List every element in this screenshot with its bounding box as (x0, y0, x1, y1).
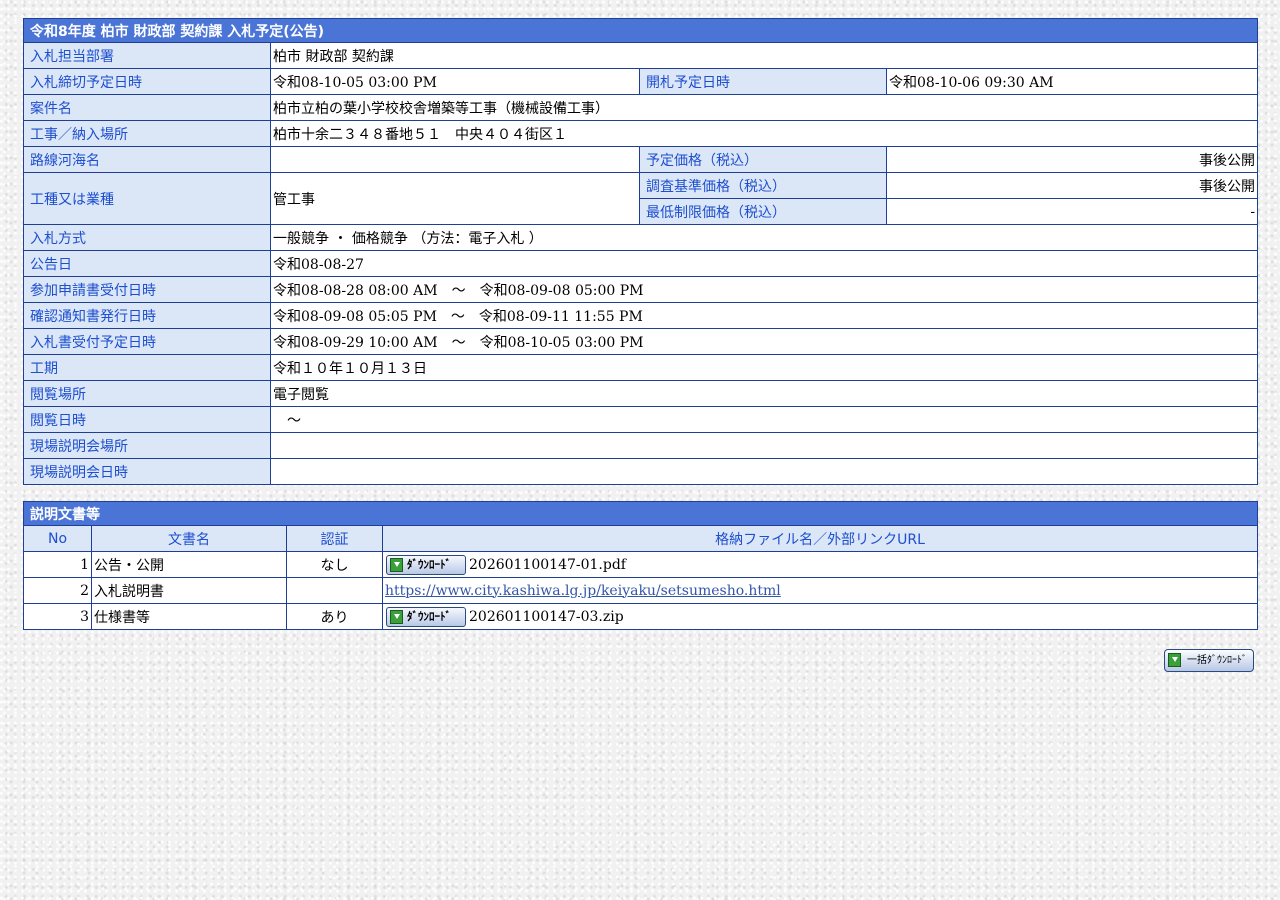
dept-value: 柏市 財政部 契約課 (269, 42, 1259, 69)
apply-value: 令和08-08-28 08:00 AM ～ 令和08-09-08 05:00 P… (269, 276, 1259, 303)
col-auth-header: 認証 (286, 525, 383, 552)
receive-value: 令和08-09-29 10:00 AM ～ 令和08-10-05 03:00 P… (269, 328, 1259, 355)
notice-table: 令和8年度 柏市 財政部 契約課 入札予定(公告) 入札担当部署 柏市 財政部 … (22, 18, 1259, 485)
download-icon (1168, 653, 1181, 667)
doc-name: 公告・公開 (91, 551, 287, 578)
doc-auth: あり (286, 603, 383, 630)
place-value: 柏市十余二３４８番地５１ 中央４０４街区１ (269, 120, 1259, 147)
doc-no: 2 (23, 577, 92, 604)
doc-name: 仕様書等 (91, 603, 287, 630)
bulk-download-button[interactable]: 一括ﾀﾞｳﾝﾛｰﾄﾞ (1164, 649, 1254, 672)
planned-price-label: 予定価格（税込） (639, 146, 887, 173)
opening-value: 令和08-10-06 09:30 AM (885, 68, 1259, 95)
view-place-label: 閲覧場所 (23, 380, 271, 407)
col-no-header: No (23, 525, 92, 552)
view-place-value: 電子閲覧 (269, 380, 1259, 407)
download-button[interactable]: ﾀﾞｳﾝﾛｰﾄﾞ (386, 554, 466, 575)
deadline-value: 令和08-10-05 03:00 PM (270, 68, 640, 95)
type-label: 工種又は業種 (23, 172, 271, 225)
name-label: 案件名 (23, 94, 271, 121)
doc-file-cell: https://www.city.kashiwa.lg.jp/keiyaku/s… (382, 577, 1258, 604)
min-price-label: 最低制限価格（税込） (639, 198, 887, 225)
doc-auth (286, 577, 383, 604)
confirm-label: 確認通知書発行日時 (23, 302, 271, 329)
survey-price-value: 事後公開 (885, 172, 1259, 199)
doc-name: 入札説明書 (91, 577, 287, 604)
route-value (270, 146, 640, 173)
method-label: 入札方式 (23, 224, 271, 251)
docs-table: 説明文書等 No 文書名 認証 格納ファイル名／外部リンクURL 1 公告・公開… (23, 501, 1258, 630)
docs-title: 説明文書等 (23, 501, 1258, 526)
apply-label: 参加申請書受付日時 (23, 276, 271, 303)
receive-label: 入札書受付予定日時 (23, 328, 271, 355)
external-link[interactable]: https://www.city.kashiwa.lg.jp/keiyaku/s… (385, 583, 781, 599)
download-button[interactable]: ﾀﾞｳﾝﾛｰﾄﾞ (386, 606, 466, 627)
announce-value: 令和08-08-27 (269, 250, 1259, 277)
doc-file-cell: ﾀﾞｳﾝﾛｰﾄﾞ 202601100147-01.pdf (382, 551, 1258, 578)
announce-label: 公告日 (23, 250, 271, 277)
doc-file-name: 202601100147-01.pdf (469, 556, 626, 573)
survey-price-label: 調査基準価格（税込） (639, 172, 887, 199)
min-price-value: - (885, 198, 1259, 225)
site-place-value (269, 432, 1259, 459)
col-name-header: 文書名 (91, 525, 287, 552)
doc-auth: なし (286, 551, 383, 578)
deadline-label: 入札締切予定日時 (23, 68, 271, 95)
download-button-label: ﾀﾞｳﾝﾛｰﾄﾞ (407, 609, 451, 623)
name-value: 柏市立柏の葉小学校校舎増築等工事（機械設備工事） (269, 94, 1259, 121)
route-label: 路線河海名 (23, 146, 271, 173)
opening-label: 開札予定日時 (639, 68, 887, 95)
col-file-header: 格納ファイル名／外部リンクURL (382, 525, 1258, 552)
dept-label: 入札担当部署 (23, 42, 271, 69)
place-label: 工事／納入場所 (23, 120, 271, 147)
table-row: 1 公告・公開 なし ﾀﾞｳﾝﾛｰﾄﾞ 202601100147-01.pdf (23, 551, 1258, 578)
download-icon (390, 557, 403, 572)
site-time-label: 現場説明会日時 (23, 458, 271, 485)
period-label: 工期 (23, 354, 271, 381)
bulk-download-label: 一括ﾀﾞｳﾝﾛｰﾄﾞ (1187, 655, 1247, 666)
planned-price-value: 事後公開 (885, 146, 1259, 173)
method-value: 一般競争 ・ 価格競争 （方法：電子入札 ） (269, 224, 1259, 251)
view-time-value: ～ (269, 406, 1259, 433)
doc-file-cell: ﾀﾞｳﾝﾛｰﾄﾞ 202601100147-03.zip (382, 603, 1258, 630)
type-value: 管工事 (270, 172, 640, 225)
site-time-value (269, 458, 1259, 485)
table-row: 3 仕様書等 あり ﾀﾞｳﾝﾛｰﾄﾞ 202601100147-03.zip (23, 603, 1258, 630)
table-row: 2 入札説明書 https://www.city.kashiwa.lg.jp/k… (23, 577, 1258, 604)
site-place-label: 現場説明会場所 (23, 432, 271, 459)
page: 令和8年度 柏市 財政部 契約課 入札予定(公告) 入札担当部署 柏市 財政部 … (22, 18, 1259, 630)
doc-no: 1 (23, 551, 92, 578)
notice-title: 令和8年度 柏市 財政部 契約課 入札予定(公告) (22, 18, 1259, 43)
doc-file-name: 202601100147-03.zip (469, 608, 624, 625)
doc-no: 3 (23, 603, 92, 630)
view-time-label: 閲覧日時 (23, 406, 271, 433)
download-button-label: ﾀﾞｳﾝﾛｰﾄﾞ (407, 557, 451, 571)
confirm-value: 令和08-09-08 05:05 PM ～ 令和08-09-11 11:55 P… (269, 302, 1259, 329)
download-icon (390, 609, 403, 624)
period-value: 令和１０年１０月１３日 (269, 354, 1259, 381)
